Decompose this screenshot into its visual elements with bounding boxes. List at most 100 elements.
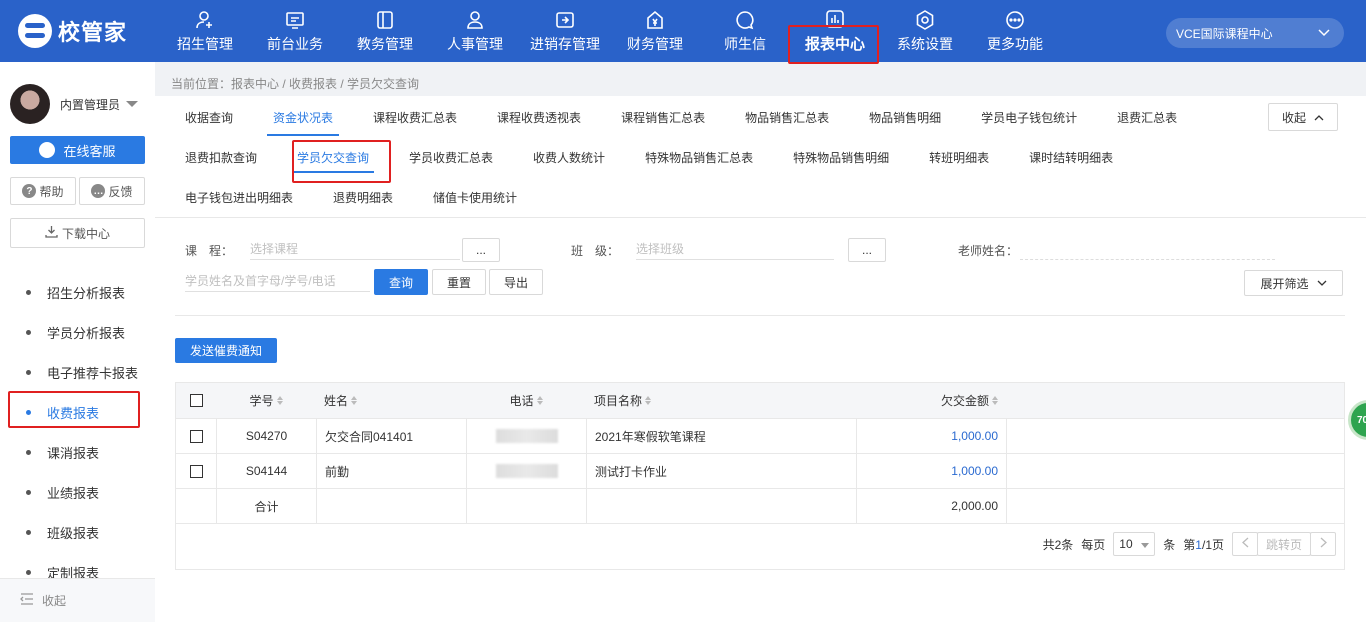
row-checkbox[interactable] bbox=[189, 429, 203, 443]
menu-item-class[interactable]: 班级报表 bbox=[0, 512, 155, 552]
nav-label: 报表中心 bbox=[804, 36, 865, 53]
nav-item-enrollment[interactable]: 招生管理 bbox=[160, 0, 250, 62]
page-size-value: 10 bbox=[1119, 537, 1133, 551]
header-label: 学号 bbox=[249, 394, 274, 408]
header-student-id[interactable]: 学号 bbox=[216, 383, 316, 418]
course-picker-button[interactable]: ... bbox=[462, 238, 500, 262]
nav-item-messages[interactable]: 师生信 bbox=[700, 0, 790, 62]
chevron-right-icon bbox=[1320, 537, 1327, 551]
avatar bbox=[10, 84, 50, 124]
menu-item-enrollment-analysis[interactable]: 招生分析报表 bbox=[0, 272, 155, 312]
export-button[interactable]: 导出 bbox=[489, 269, 543, 295]
send-payment-reminder-button[interactable]: 发送催费通知 bbox=[175, 338, 277, 363]
total-count: 共2条 bbox=[1042, 537, 1074, 552]
user-profile[interactable]: 内置管理员 bbox=[10, 84, 150, 124]
student-name-cell[interactable]: 前勤 bbox=[316, 454, 466, 488]
menu-item-fee-report[interactable]: 收费报表 bbox=[0, 392, 155, 432]
sort-icon bbox=[277, 396, 283, 405]
nav-item-academic[interactable]: 教务管理 bbox=[340, 0, 430, 62]
menu-item-performance[interactable]: 业绩报表 bbox=[0, 472, 155, 512]
teacher-input[interactable] bbox=[1020, 238, 1275, 260]
nav-item-more[interactable]: 更多功能 bbox=[970, 0, 1060, 62]
header-name[interactable]: 姓名 bbox=[316, 383, 466, 418]
download-center-button[interactable]: 下载中心 bbox=[10, 218, 145, 248]
tab-fund-status[interactable]: 资金状况表 bbox=[267, 109, 340, 136]
online-service-button[interactable]: 在线客服 bbox=[10, 136, 145, 164]
page-indicator: 第1/1页 bbox=[1183, 536, 1224, 553]
teacher-label: 老师姓名： bbox=[958, 244, 1019, 258]
bullet-icon bbox=[26, 369, 31, 375]
tab-item-sales-summary[interactable]: 物品销售汇总表 bbox=[745, 109, 829, 126]
tab-hour-carryover[interactable]: 课时结转明细表 bbox=[1029, 149, 1113, 166]
chevron-left-icon bbox=[1241, 537, 1249, 551]
course-input[interactable] bbox=[250, 238, 460, 260]
tab-special-item-detail[interactable]: 特殊物品销售明细 bbox=[793, 149, 889, 166]
tabs-collapse-button[interactable]: 收起 bbox=[1268, 103, 1338, 131]
menu-item-consumption[interactable]: 课消报表 bbox=[0, 432, 155, 472]
jump-page-button[interactable]: 跳转页 bbox=[1257, 532, 1311, 556]
nav-item-finance[interactable]: 财务管理 bbox=[610, 0, 700, 62]
campus-selector[interactable]: VCE国际课程中心 bbox=[1166, 18, 1344, 48]
tab-course-fee-pivot[interactable]: 课程收费透视表 bbox=[497, 109, 581, 126]
menu-item-referral-card[interactable]: 电子推荐卡报表 bbox=[0, 352, 155, 392]
table-row[interactable]: S04270 欠交合同041401 2021年寒假软笔课程 1,000.00 bbox=[176, 418, 1344, 453]
tab-wallet-stats[interactable]: 学员电子钱包统计 bbox=[981, 109, 1077, 126]
total-amount-cell: 2,000.00 bbox=[856, 489, 1006, 523]
tab-refund-summary[interactable]: 退费汇总表 bbox=[1117, 109, 1177, 126]
nav-label: 更多功能 bbox=[987, 35, 1043, 52]
query-button[interactable]: 查询 bbox=[374, 269, 428, 295]
nav-item-reports[interactable]: 报表中心 bbox=[790, 0, 880, 62]
header-select-cell bbox=[176, 383, 216, 418]
next-page-button[interactable] bbox=[1310, 532, 1336, 556]
tab-receipt-query[interactable]: 收据查询 bbox=[185, 109, 233, 126]
amount-cell[interactable]: 1,000.00 bbox=[856, 454, 1006, 488]
tab-payer-count[interactable]: 收费人数统计 bbox=[533, 149, 605, 166]
brand-logo[interactable]: 校管家 bbox=[18, 14, 127, 48]
nav-item-hr[interactable]: 人事管理 bbox=[430, 0, 520, 62]
tab-item-sales-detail[interactable]: 物品销售明细 bbox=[869, 109, 941, 126]
total-label-cell: 合计 bbox=[216, 489, 316, 523]
tab-refund-deduction[interactable]: 退费扣款查询 bbox=[185, 149, 257, 166]
menu-item-student-analysis[interactable]: 学员分析报表 bbox=[0, 312, 155, 352]
expand-filter-button[interactable]: 展开筛选 bbox=[1244, 270, 1343, 296]
tab-student-arrears[interactable]: 学员欠交查询 bbox=[297, 149, 369, 166]
phone-cell bbox=[466, 419, 586, 453]
top-navigation-bar: 校管家 招生管理 前台业务 教务管理 人事管理 进销存管理 财务管理 师生信 报… bbox=[0, 0, 1366, 64]
sidebar-collapse-button[interactable]: 收起 bbox=[0, 578, 155, 622]
class-picker-button[interactable]: ... bbox=[848, 238, 886, 262]
nav-item-inventory[interactable]: 进销存管理 bbox=[520, 0, 610, 62]
header-phone[interactable]: 电话 bbox=[466, 383, 586, 418]
tab-stored-card-usage[interactable]: 储值卡使用统计 bbox=[433, 189, 517, 206]
nav-item-settings[interactable]: 系统设置 bbox=[880, 0, 970, 62]
bullet-icon bbox=[26, 569, 31, 575]
tab-special-item-summary[interactable]: 特殊物品销售汇总表 bbox=[645, 149, 753, 166]
book-icon bbox=[374, 9, 396, 31]
tab-refund-detail[interactable]: 退费明细表 bbox=[333, 189, 393, 206]
tab-course-sales-summary[interactable]: 课程销售汇总表 bbox=[621, 109, 705, 126]
tab-course-fee-summary[interactable]: 课程收费汇总表 bbox=[373, 109, 457, 126]
page-prefix: 第 bbox=[1183, 537, 1196, 552]
total-spacer bbox=[1006, 489, 1344, 523]
tab-student-fee-summary[interactable]: 学员收费汇总表 bbox=[409, 149, 493, 166]
tab-class-transfer[interactable]: 转班明细表 bbox=[929, 149, 989, 166]
nav-item-front-desk[interactable]: 前台业务 bbox=[250, 0, 340, 62]
table-row[interactable]: S04144 前勤 测试打卡作业 1,000.00 bbox=[176, 453, 1344, 488]
student-search-input[interactable] bbox=[185, 270, 370, 292]
student-id-cell: S04270 bbox=[216, 419, 316, 453]
class-input[interactable] bbox=[636, 238, 834, 260]
header-project[interactable]: 项目名称 bbox=[586, 383, 856, 418]
select-all-checkbox[interactable] bbox=[189, 394, 203, 407]
caret-down-icon bbox=[126, 101, 139, 107]
help-button[interactable]: ? 帮助 bbox=[10, 177, 76, 205]
feedback-button[interactable]: … 反馈 bbox=[79, 177, 145, 205]
redacted-phone bbox=[495, 464, 558, 478]
prev-page-button[interactable] bbox=[1232, 532, 1258, 556]
student-name-cell[interactable]: 欠交合同041401 bbox=[316, 419, 466, 453]
row-checkbox[interactable] bbox=[189, 464, 203, 478]
tab-wallet-in-out[interactable]: 电子钱包进出明细表 bbox=[185, 189, 293, 206]
header-label: 姓名 bbox=[324, 394, 349, 408]
amount-cell[interactable]: 1,000.00 bbox=[856, 419, 1006, 453]
reset-button[interactable]: 重置 bbox=[432, 269, 486, 295]
header-amount[interactable]: 欠交金额 bbox=[856, 383, 1006, 418]
page-size-select[interactable]: 10 bbox=[1113, 532, 1156, 556]
